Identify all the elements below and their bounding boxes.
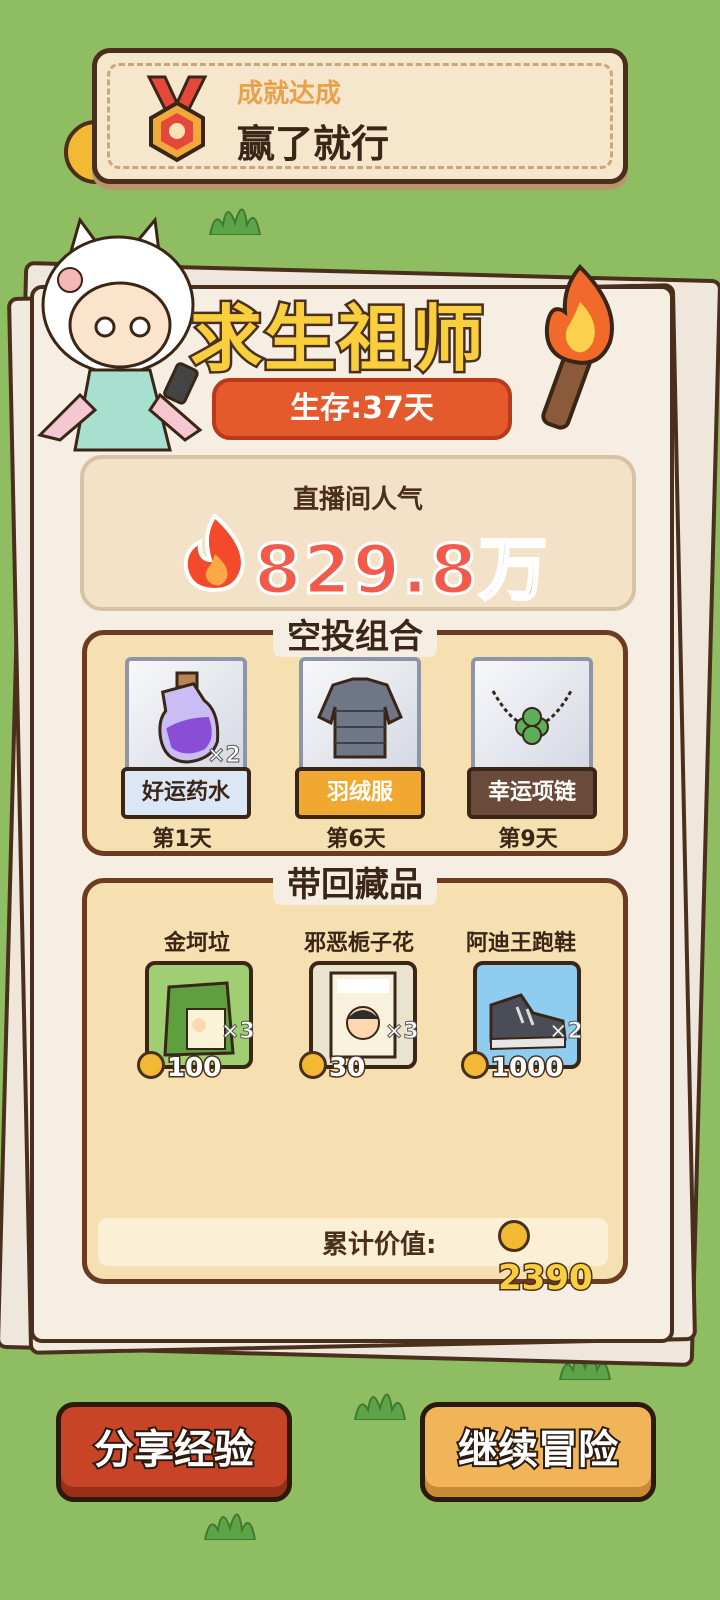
grass-tuft (203, 1513, 257, 1540)
result-title: 求生祖师 (187, 295, 487, 384)
sneaker-icon (489, 993, 567, 1051)
airdrop-item-name: 羽绒服 (295, 767, 425, 819)
airdrop-item-day: 第6天 (326, 827, 386, 852)
collection-item-name: 邪恶栀子花 (303, 931, 414, 956)
airdrop-item-qty: ×2 (207, 743, 242, 769)
necklace-icon (491, 690, 573, 745)
continue-adventure-button[interactable]: 继续冒险 (420, 1402, 656, 1502)
survival-days: 生存:37天 (212, 378, 512, 440)
achievement-title: 赢了就行 (237, 122, 390, 166)
airdrop-item-name: 幸运项链 (467, 767, 597, 819)
achievement-banner: 成就达成 赢了就行 (92, 48, 628, 184)
fire-icon (183, 514, 245, 592)
airdrop-item-name: 好运药水 (121, 767, 251, 819)
popularity-panel: 直播间人气 829.8万 (80, 455, 636, 612)
total-value-label: 累计价值: (322, 1230, 437, 1260)
grass-tuft (353, 1393, 407, 1420)
collection-item-price-value: 30 (327, 1052, 366, 1085)
character-avatar (37, 216, 203, 452)
achievement-kicker: 成就达成 (237, 79, 342, 109)
collection-item-qty: ×3 (385, 1019, 420, 1045)
collection-item-price: 30 (299, 1051, 367, 1085)
collection-item-price: 1000 (461, 1051, 565, 1085)
collection-title: 带回藏品 (273, 865, 437, 905)
collection-item-name: 金坷垃 (163, 931, 230, 956)
down-jacket-icon (317, 677, 403, 759)
popularity-label: 直播间人气 (292, 485, 423, 515)
medal-icon (146, 75, 208, 163)
airdrop-section: 空投组合 ×2 好运药水 第1天 羽绒服 第6天 幸运项链 第9天 (82, 617, 628, 856)
share-experience-button[interactable]: 分享经验 (56, 1402, 292, 1502)
airdrop-item-card[interactable] (471, 657, 593, 777)
total-value-number: 2390 (497, 1257, 595, 1300)
collection-item-price-value: 100 (165, 1052, 222, 1085)
collection-item-qty: ×3 (221, 1019, 256, 1045)
coin-icon (299, 1051, 327, 1079)
torch-icon (541, 264, 614, 430)
total-value: 2390 (497, 1218, 608, 1300)
coin-icon (461, 1051, 489, 1079)
collection-item-price: 100 (137, 1051, 223, 1085)
book-icon (329, 971, 397, 1059)
fertilizer-bag-icon (163, 981, 235, 1057)
airdrop-item-day: 第9天 (498, 827, 558, 852)
airdrop-item-day: 第1天 (152, 827, 212, 852)
popularity-value: 829.8万 (252, 530, 550, 612)
coin-icon (498, 1220, 530, 1252)
collection-item-price-value: 1000 (489, 1052, 564, 1085)
coin-icon (137, 1051, 165, 1079)
collection-item-name: 阿迪王跑鞋 (465, 931, 576, 956)
collection-item-qty: ×2 (549, 1019, 584, 1045)
airdrop-title: 空投组合 (273, 617, 437, 657)
airdrop-item-card[interactable] (299, 657, 421, 777)
grass-tuft (208, 208, 262, 235)
total-value-bar: 累计价值: 2390 (98, 1218, 608, 1300)
